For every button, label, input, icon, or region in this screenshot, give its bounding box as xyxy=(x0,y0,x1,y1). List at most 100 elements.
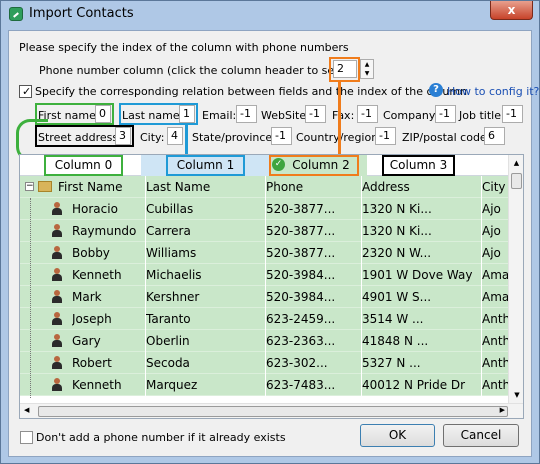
last-name-label: Last name: xyxy=(122,109,184,122)
street-address-input[interactable]: 3 xyxy=(115,127,131,145)
table-row[interactable]: Mark Kershner 520-3984... 4901 W S... Ama xyxy=(20,286,508,308)
contact-icon xyxy=(51,268,63,282)
column-label-row xyxy=(20,155,508,176)
job-title-label: Job title: xyxy=(459,109,505,122)
table-row[interactable]: Joseph Taranto 623-2459... 3514 W ... Anth xyxy=(20,308,508,330)
dialog-body: Please specify the index of the column w… xyxy=(8,30,539,457)
table-cell: 5327 N ... xyxy=(362,356,421,370)
instruction-text: Please specify the index of the column w… xyxy=(19,41,349,54)
table-cell: Carrera xyxy=(146,224,191,238)
last-name-input[interactable]: 1 xyxy=(179,105,195,123)
table-cell: 520-3877... xyxy=(266,224,336,238)
header-first-name[interactable]: First Name xyxy=(58,176,146,198)
spin-up-icon[interactable]: ▲ xyxy=(361,60,373,69)
table-row[interactable]: Kenneth Marquez 623-7483... 40012 N Pride D… xyxy=(20,374,508,396)
header-address[interactable]: Address xyxy=(362,176,482,198)
help-link[interactable]: How to config it? xyxy=(447,85,539,98)
table-cell: Mark xyxy=(72,290,102,304)
table-cell: Michaelis xyxy=(146,268,202,282)
company-input[interactable]: -1 xyxy=(435,105,456,123)
city-label: City: xyxy=(140,131,165,144)
column-1-header-bg xyxy=(141,155,271,176)
zip-postal-label: ZIP/postal code: xyxy=(402,131,491,144)
table-cell: 40012 N Pride Dr xyxy=(362,378,466,392)
table-cell: 1901 W Dove Way xyxy=(362,268,473,282)
contact-icon xyxy=(51,312,63,326)
table-row[interactable]: Raymundo Carrera 520-3877... 1320 N Ki... Aj… xyxy=(20,220,508,242)
table-cell: 4901 W S... xyxy=(362,290,432,304)
phone-connector-line xyxy=(338,82,341,155)
horizontal-scrollbar[interactable]: ◀ ▶ xyxy=(20,403,523,418)
job-title-input[interactable]: -1 xyxy=(502,105,523,123)
contact-icon xyxy=(51,356,63,370)
table-cell: Anth xyxy=(482,356,508,370)
phone-column-input[interactable]: 2 xyxy=(333,60,357,78)
table-cell: Ajo xyxy=(482,202,501,216)
table-cell: Kershner xyxy=(146,290,200,304)
fax-label: Fax: xyxy=(332,109,355,122)
table-cell: 623-2459... xyxy=(266,312,336,326)
zip-postal-input[interactable]: 6 xyxy=(484,127,505,145)
table-cell: Raymundo xyxy=(72,224,137,238)
table-cell: Gary xyxy=(72,334,101,348)
phone-column-label: Phone number column (click the column he… xyxy=(39,64,374,77)
contact-icon xyxy=(51,334,63,348)
table-row[interactable]: Kenneth Michaelis 520-3984... 1901 W Dove W… xyxy=(20,264,508,286)
table-cell: 41848 N ... xyxy=(362,334,429,348)
hscroll-thumb[interactable] xyxy=(38,406,508,417)
table-row[interactable]: Horacio Cubillas 520-3877... 1320 N Ki... Aj… xyxy=(20,198,508,220)
scroll-down-icon[interactable]: ▼ xyxy=(509,391,523,399)
table-cell: 1320 N Ki... xyxy=(362,224,432,238)
table-cell: 623-302... xyxy=(266,356,328,370)
table-cell: 623-7483... xyxy=(266,378,336,392)
vertical-scrollbar[interactable]: ▲ ▼ xyxy=(508,155,523,403)
grid-header-row: − First Name Last Name Phone Address Cit… xyxy=(20,176,508,198)
spin-down-icon[interactable]: ▼ xyxy=(361,69,373,78)
website-input[interactable]: -1 xyxy=(305,105,326,123)
header-city[interactable]: City xyxy=(482,176,508,198)
first-name-input[interactable]: 0 xyxy=(95,105,111,123)
country-region-input[interactable]: -1 xyxy=(375,127,396,145)
scroll-up-icon[interactable]: ▲ xyxy=(509,159,523,167)
table-row[interactable]: Robert Secoda 623-302... 5327 N ... Anth xyxy=(20,352,508,374)
app-icon xyxy=(9,7,23,21)
close-icon: x xyxy=(507,3,516,17)
contacts-grid[interactable]: Column 0 Column 1 ✓ Column 2 Column 3 − … xyxy=(19,154,524,419)
table-row[interactable]: Bobby Williams 520-3877... 2320 N W... Ajo xyxy=(20,242,508,264)
company-label: Company: xyxy=(383,109,439,122)
table-cell: Taranto xyxy=(146,312,191,326)
table-cell: Anth xyxy=(482,334,508,348)
street-address-label: Street address: xyxy=(38,131,122,144)
email-input[interactable]: -1 xyxy=(236,105,257,123)
table-row[interactable]: Gary Oberlin 623-2363... 41848 N ... Anth xyxy=(20,330,508,352)
table-cell: Joseph xyxy=(72,312,112,326)
table-cell: 520-3877... xyxy=(266,202,336,216)
table-cell: Horacio xyxy=(72,202,118,216)
book-icon xyxy=(38,181,52,192)
scroll-right-icon[interactable]: ▶ xyxy=(500,406,505,414)
collapse-icon[interactable]: − xyxy=(25,182,34,191)
state-province-input[interactable]: -1 xyxy=(271,127,292,145)
header-last-name[interactable]: Last Name xyxy=(146,176,266,198)
table-cell: Cubillas xyxy=(146,202,194,216)
header-phone[interactable]: Phone xyxy=(266,176,362,198)
scroll-thumb[interactable] xyxy=(511,173,522,189)
help-icon[interactable]: ? xyxy=(429,83,443,97)
close-button[interactable]: x xyxy=(490,1,533,20)
city-input[interactable]: 4 xyxy=(167,127,183,145)
window-title: Import Contacts xyxy=(29,6,134,21)
table-cell: Williams xyxy=(146,246,197,260)
table-cell: 520-3877... xyxy=(266,246,336,260)
phone-column-spinner[interactable]: ▲ ▼ xyxy=(360,59,374,79)
import-contacts-window: Import Contacts x Please specify the ind… xyxy=(0,0,540,464)
table-cell: Bobby xyxy=(72,246,110,260)
fax-input[interactable]: -1 xyxy=(357,105,378,123)
scroll-left-icon[interactable]: ◀ xyxy=(24,406,29,414)
website-label: WebSite: xyxy=(261,109,310,122)
dont-add-checkbox[interactable] xyxy=(20,431,33,444)
email-label: Email: xyxy=(202,109,237,122)
specify-checkbox[interactable]: ✓ xyxy=(19,85,32,98)
ok-button[interactable]: OK xyxy=(360,424,435,447)
contact-icon xyxy=(51,224,63,238)
cancel-button[interactable]: Cancel xyxy=(443,424,519,447)
